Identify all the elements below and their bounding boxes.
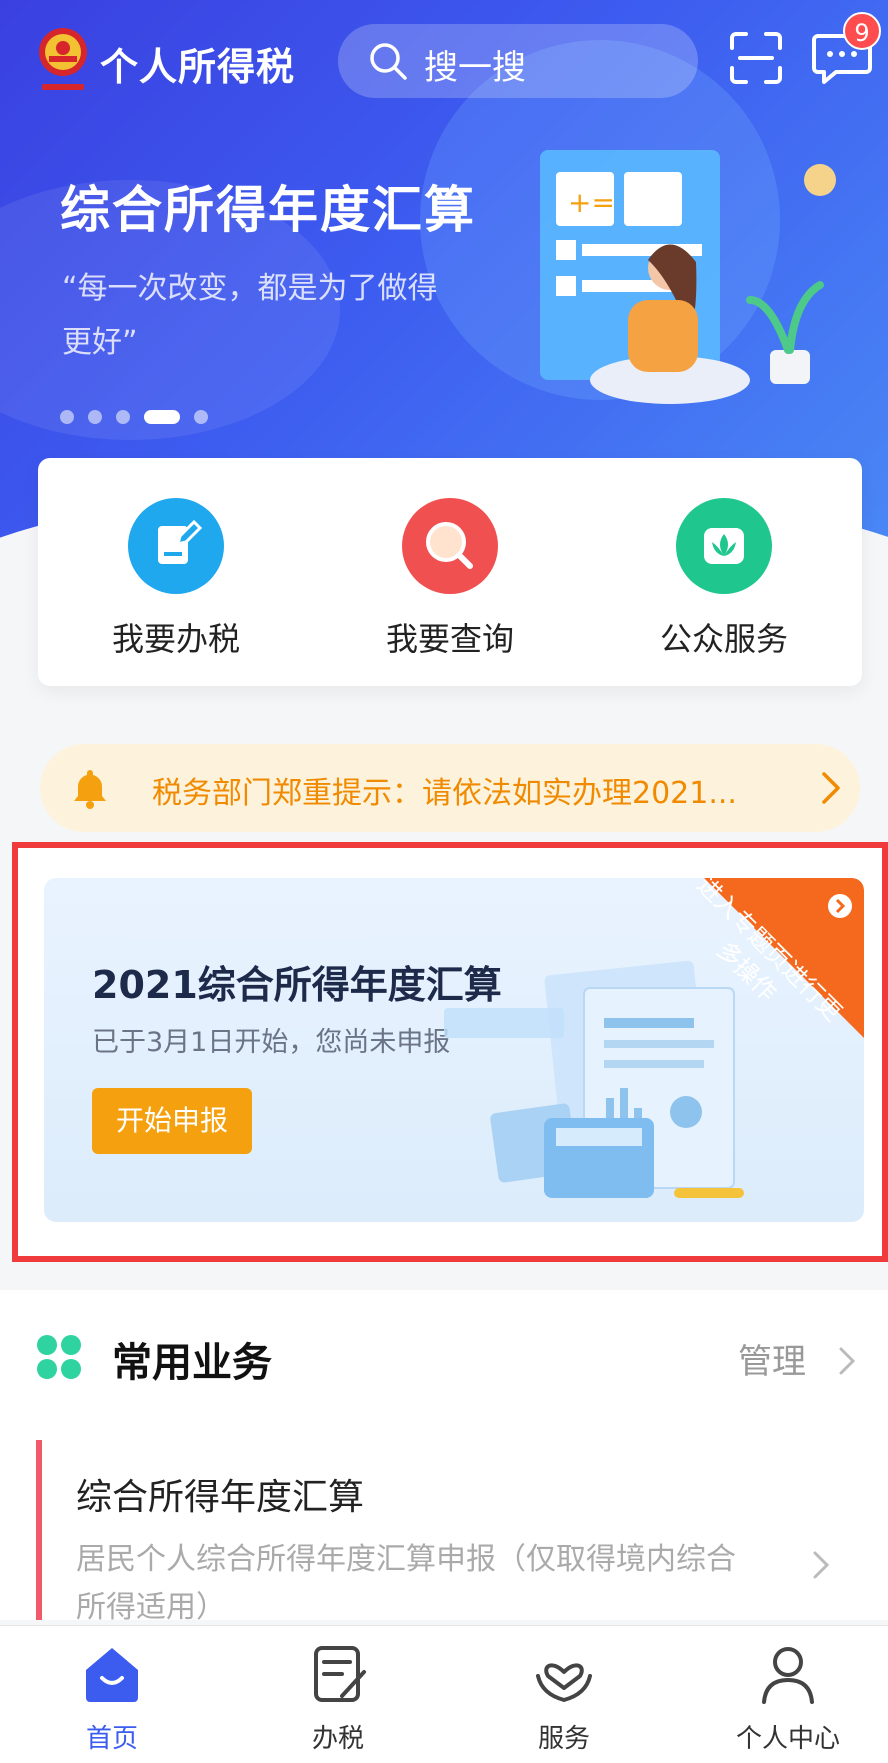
manage-link[interactable]: 管理 [738,1334,806,1383]
quick-actions-card: 我要办税 我要查询 公众服务 [38,458,862,686]
quick-action-file-tax[interactable]: 我要办税 [76,498,276,660]
tab-file-tax[interactable]: 办税 [268,1642,408,1755]
search-bar[interactable]: 搜一搜 [338,24,698,98]
carousel-dot[interactable] [116,410,130,424]
notice-bar[interactable]: 税务部门郑重提示：请依法如实办理2021... [40,744,860,832]
chevron-right-icon [813,1551,830,1579]
tab-label: 首页 [85,1724,138,1754]
tax-calculator-illustration: += [540,150,836,404]
document-edit-icon [314,1646,366,1702]
search-placeholder: 搜一搜 [424,48,526,88]
banner-title: 综合所得年度汇算 [60,181,476,239]
heart-hands-icon [536,1663,592,1703]
carousel-dot[interactable] [194,410,208,424]
tab-services[interactable]: 服务 [494,1642,634,1755]
tax-emblem-icon [39,28,87,90]
bell-icon [74,770,106,809]
service-item-desc: 居民个人综合所得年度汇算申报（仅取得境内综合所得适用） [76,1542,736,1620]
pencil-icon [128,498,224,594]
quick-action-label: 公众服务 [659,620,788,658]
tab-home[interactable]: 首页 [42,1642,182,1755]
quick-action-label: 我要办税 [111,620,240,658]
chevron-right-icon [822,772,840,804]
app-title: 个人所得税 [100,45,296,89]
carousel-dot[interactable] [88,410,102,424]
quick-action-public-service[interactable]: 公众服务 [624,498,824,660]
annual-settlement-card[interactable]: 2021综合所得年度汇算 已于3月1日开始，您尚未申报 开始申报 进入专题页进行… [44,878,864,1222]
bottom-tab-bar: 首页 办税 服务 个人中心 [0,1625,888,1763]
home-icon [86,1648,138,1702]
tab-profile[interactable]: 个人中心 [718,1642,858,1755]
carousel-dots[interactable] [60,410,208,424]
carousel-dot-active[interactable] [144,410,180,424]
tab-label: 个人中心 [735,1724,840,1754]
tab-label: 服务 [537,1724,590,1754]
section-title: 常用业务 [112,1340,272,1386]
notice-text: 税务部门郑重提示：请依法如实办理2021... [152,776,737,811]
scan-icon[interactable] [728,30,784,86]
chevron-right-icon [839,1347,856,1375]
lotus-icon [676,498,772,594]
user-icon [762,1647,814,1704]
common-services-section: 常用业务 管理 综合所得年度汇算 居民个人综合所得年度汇算申报（仅取得境内综合所… [0,1290,888,1620]
carousel-dot[interactable] [60,410,74,424]
service-item[interactable]: 综合所得年度汇算 居民个人综合所得年度汇算申报（仅取得境内综合所得适用） [36,1440,856,1620]
tab-label: 办税 [311,1724,364,1754]
top-bar: 个人所得税 搜一搜 9 [0,0,888,120]
start-declaration-button[interactable]: 开始申报 [92,1088,252,1154]
promo-subtitle: 已于3月1日开始，您尚未申报 [92,1027,451,1058]
quick-action-query[interactable]: 我要查询 [350,498,550,660]
banner-subtitle: “每一次改变，都是为了做得更好” [62,271,438,360]
highlight-frame: 2021综合所得年度汇算 已于3月1日开始，您尚未申报 开始申报 进入专题页进行… [12,842,888,1262]
message-badge: 9 [843,12,881,50]
service-item-title: 综合所得年度汇算 [76,1477,365,1518]
grid-icon [37,1335,81,1379]
search-icon [370,43,407,80]
quick-action-label: 我要查询 [385,620,514,658]
svg-text:+=: += [568,186,615,219]
magnifier-icon [402,498,498,594]
